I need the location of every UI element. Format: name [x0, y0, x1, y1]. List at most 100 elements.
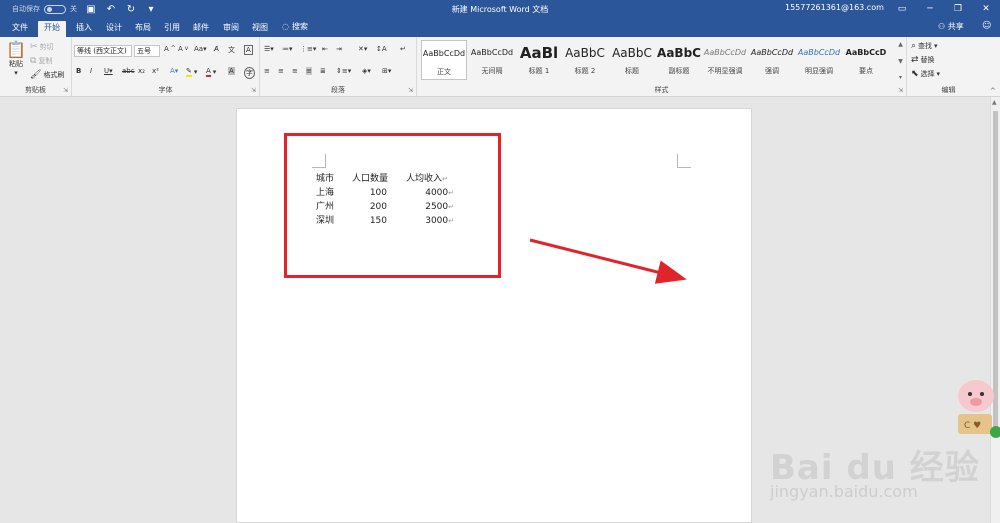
- increase-indent-icon[interactable]: ⇥: [336, 45, 342, 53]
- chevron-down-icon[interactable]: ▼: [898, 58, 903, 65]
- minimize-icon[interactable]: ─: [916, 0, 944, 18]
- shading-icon[interactable]: ◈▾: [362, 67, 371, 75]
- replace-button[interactable]: ⇄ 替换: [911, 55, 935, 65]
- sort-icon[interactable]: ↕A: [376, 45, 387, 53]
- tab-references[interactable]: 引用: [158, 21, 186, 37]
- tab-home[interactable]: 开始: [38, 21, 66, 37]
- style-intense-emphasis[interactable]: AaBbCcDd 明显强调: [796, 40, 842, 80]
- search-icon: ⌕: [911, 41, 917, 51]
- style-heading-1[interactable]: AaBl 标题 1: [516, 40, 562, 80]
- font-name-combo[interactable]: 等线 (西文正文): [74, 45, 132, 57]
- chevron-up-icon[interactable]: ▲: [898, 41, 903, 48]
- autosave-switch[interactable]: [44, 4, 66, 14]
- dialog-launcher-icon[interactable]: ⇲: [251, 87, 256, 94]
- tell-me-search[interactable]: ◌ 搜索: [282, 21, 308, 32]
- paste-label: 粘贴: [8, 60, 23, 68]
- copy-icon: ⧉: [30, 56, 37, 66]
- bold-icon[interactable]: B: [76, 67, 81, 75]
- clear-formatting-icon[interactable]: A̸: [214, 45, 219, 53]
- svg-text:C ♥: C ♥: [964, 421, 981, 431]
- style-title[interactable]: AaBbC 标题: [609, 40, 655, 80]
- styles-gallery-scroll[interactable]: ▲ ▼ ▾: [896, 41, 905, 81]
- find-button[interactable]: ⌕ 查找 ▾: [911, 41, 938, 51]
- borders-icon[interactable]: ⊞▾: [382, 67, 391, 75]
- font-size-combo[interactable]: 五号: [134, 45, 160, 57]
- style-strong[interactable]: AaBbCcD 要点: [843, 40, 889, 80]
- style-subtle-emphasis[interactable]: AaBbCcDd 不明显强调: [702, 40, 748, 80]
- restore-icon[interactable]: ❐: [944, 0, 972, 18]
- cut-button[interactable]: ✂ 剪切: [30, 42, 54, 52]
- ribbon-display-options-icon[interactable]: ▭: [888, 0, 916, 18]
- distributed-icon[interactable]: ≣: [320, 67, 326, 75]
- multilevel-list-icon[interactable]: ⋮≡▾: [300, 45, 316, 53]
- clipboard-group: 📋 粘贴 ▾ ✂ 剪切 ⧉ 复制 🖌 格式刷 剪贴板 ⇲: [0, 37, 72, 97]
- bullets-icon[interactable]: ☰▾: [264, 45, 274, 53]
- tab-review[interactable]: 审阅: [217, 21, 245, 37]
- save-icon[interactable]: ▣: [85, 4, 97, 15]
- autosave-state: 关: [70, 5, 77, 13]
- autosave-toggle[interactable]: 自动保存 关: [12, 4, 77, 14]
- shrink-font-icon[interactable]: Av: [178, 45, 188, 53]
- numbering-icon[interactable]: ≔▾: [282, 45, 293, 53]
- tab-layout[interactable]: 布局: [129, 21, 157, 37]
- dialog-launcher-icon[interactable]: ⇲: [408, 87, 413, 94]
- redo-icon[interactable]: ↻: [125, 4, 137, 15]
- vertical-scrollbar[interactable]: ▲: [990, 97, 1000, 523]
- align-left-icon[interactable]: ≡: [264, 67, 270, 75]
- tab-mailings[interactable]: 邮件: [187, 21, 215, 37]
- phonetic-guide-icon[interactable]: 文: [228, 45, 235, 55]
- scroll-up-icon[interactable]: ▲: [992, 99, 997, 106]
- style-heading-2[interactable]: AaBbC 标题 2: [562, 40, 608, 80]
- editing-group-label: 编辑: [941, 86, 956, 94]
- enclose-chars-icon[interactable]: 字: [244, 67, 255, 79]
- style-emphasis[interactable]: AaBbCcDd 强调: [749, 40, 795, 80]
- share-button[interactable]: ⚇ 共享: [938, 21, 964, 32]
- style-subtitle[interactable]: AaBbC 副标题: [656, 40, 702, 80]
- tab-insert[interactable]: 插入: [70, 21, 98, 37]
- style-normal[interactable]: AaBbCcDd 正文: [421, 40, 467, 80]
- style-no-spacing[interactable]: AaBbCcDd 无间隔: [469, 40, 515, 80]
- account-name[interactable]: 15577261361@163.com: [785, 3, 884, 12]
- dialog-launcher-icon[interactable]: ⇲: [63, 87, 68, 94]
- brush-icon: 🖌: [30, 70, 42, 80]
- scissors-icon: ✂: [30, 42, 38, 52]
- clipboard-icon: 📋: [6, 40, 26, 59]
- text-effects-icon[interactable]: A▾: [170, 67, 178, 75]
- font-color-icon[interactable]: A ▾: [206, 67, 216, 77]
- change-case-icon[interactable]: Aa▾: [194, 45, 207, 53]
- align-right-icon[interactable]: ≡: [292, 67, 298, 75]
- justify-icon[interactable]: ≡: [306, 67, 312, 75]
- customize-qat-icon[interactable]: ▾: [145, 4, 157, 15]
- strikethrough-icon[interactable]: abc: [122, 67, 135, 75]
- paragraph-group: ☰▾ ≔▾ ⋮≡▾ ⇤ ⇥ ✕▾ ↕A ↵ ≡ ≡ ≡ ≡ ≣ ⇕≡▾ ◈▾ ⊞…: [260, 37, 417, 97]
- clipboard-group-label: 剪贴板: [25, 86, 46, 94]
- subscript-icon[interactable]: x₂: [138, 67, 145, 75]
- copy-button[interactable]: ⧉ 复制: [30, 56, 52, 66]
- tab-design[interactable]: 设计: [100, 21, 128, 37]
- feedback-smiley-icon[interactable]: ☺: [982, 21, 991, 31]
- tab-view[interactable]: 视图: [246, 21, 274, 37]
- select-button[interactable]: ⬉ 选择 ▾: [911, 69, 940, 79]
- share-label: 共享: [947, 22, 964, 31]
- italic-icon[interactable]: I: [90, 67, 92, 75]
- highlight-color-icon[interactable]: ✎ ▾: [186, 67, 197, 77]
- more-icon[interactable]: ▾: [899, 74, 902, 81]
- undo-icon[interactable]: ↶: [105, 4, 117, 15]
- dialog-launcher-icon[interactable]: ⇲: [898, 87, 903, 94]
- tab-file[interactable]: 文件: [6, 21, 34, 37]
- chinese-layout-icon[interactable]: ✕▾: [358, 45, 367, 53]
- line-spacing-icon[interactable]: ⇕≡▾: [336, 67, 351, 75]
- grow-font-icon[interactable]: A ^: [164, 45, 176, 53]
- close-icon[interactable]: ✕: [972, 0, 1000, 18]
- decrease-indent-icon[interactable]: ⇤: [322, 45, 328, 53]
- char-border-icon[interactable]: A: [244, 45, 253, 55]
- superscript-icon[interactable]: x²: [152, 67, 159, 75]
- font-group: 等线 (西文正文) 五号 A ^ Av Aa▾ A̸ 文 A B I U▾ abc…: [72, 37, 260, 97]
- underline-icon[interactable]: U▾: [104, 67, 113, 75]
- align-center-icon[interactable]: ≡: [278, 67, 284, 75]
- collapse-ribbon-icon[interactable]: ^: [990, 87, 996, 95]
- format-painter-button[interactable]: 🖌 格式刷: [30, 70, 64, 80]
- paste-button[interactable]: 📋 粘贴 ▾: [6, 40, 26, 78]
- show-marks-icon[interactable]: ↵: [400, 45, 406, 53]
- char-shading-icon[interactable]: A: [228, 67, 235, 75]
